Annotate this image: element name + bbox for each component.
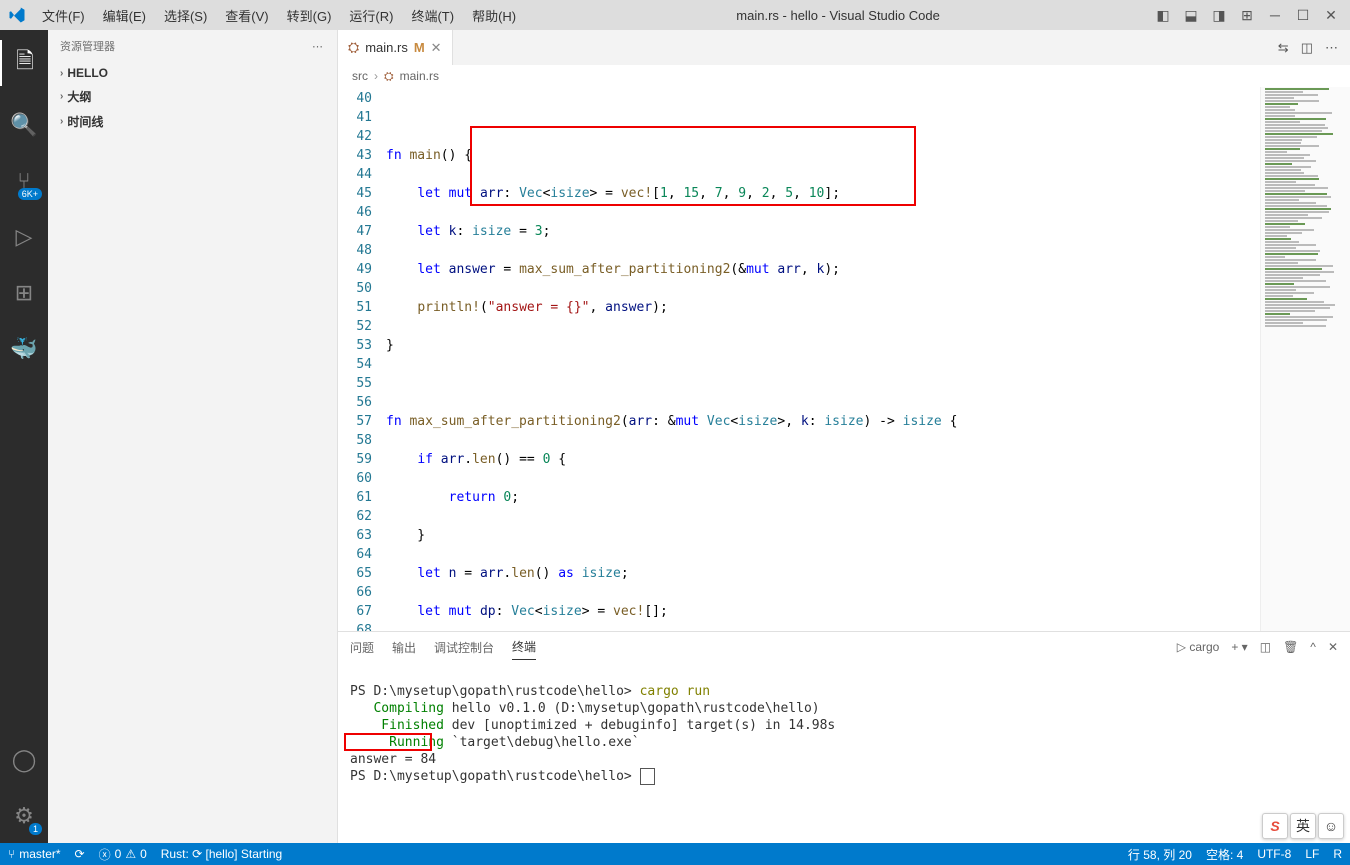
statusbar: ⑂ master* ⟳ ⓧ 0 ⚠ 0 Rust: ⟳ [hello] Star… <box>0 843 1350 865</box>
layout-grid-icon[interactable]: ⊞ <box>1236 7 1258 24</box>
window-title: main.rs - hello - Visual Studio Code <box>524 8 1152 23</box>
ime-emoji[interactable]: ☺ <box>1318 813 1344 839</box>
explorer-icon[interactable]: 🗎 <box>0 40 48 86</box>
sidebar-section-hello[interactable]: ›HELLO <box>48 62 337 84</box>
sidebar-section-outline[interactable]: ›大纲 <box>48 84 337 109</box>
terminal-kill-icon[interactable]: 🗑 <box>1283 640 1298 654</box>
ime-indicator[interactable]: S 英 ☺ <box>1262 813 1344 839</box>
layout-left-icon[interactable]: ◧ <box>1152 7 1174 24</box>
search-icon[interactable]: 🔍 <box>0 108 48 142</box>
panel-tab-problems[interactable]: 问题 <box>350 635 374 660</box>
terminal-new-icon[interactable]: + ▾ <box>1231 640 1247 654</box>
menubar: 文件(F) 编辑(E) 选择(S) 查看(V) 转到(G) 运行(R) 终端(T… <box>34 2 524 29</box>
compare-icon[interactable]: ⇆ <box>1278 40 1289 56</box>
terminal-content[interactable]: PS D:\mysetup\gopath\rustcode\hello> car… <box>338 662 1350 843</box>
titlebar: 文件(F) 编辑(E) 选择(S) 查看(V) 转到(G) 运行(R) 终端(T… <box>0 0 1350 30</box>
window-close[interactable]: ✕ <box>1320 7 1342 24</box>
breadcrumb[interactable]: src › ⛭ main.rs <box>338 65 1350 87</box>
bottom-panel: 问题 输出 调试控制台 终端 ▷ cargo + ▾ ◫ 🗑 ^ ✕ PS D:… <box>338 631 1350 843</box>
ime-sogou-icon[interactable]: S <box>1262 813 1288 839</box>
vscode-logo-icon <box>8 6 26 24</box>
panel-tab-debug[interactable]: 调试控制台 <box>434 635 494 660</box>
breadcrumb-src[interactable]: src <box>352 69 368 83</box>
window-minimize[interactable]: ─ <box>1264 7 1286 23</box>
menu-run[interactable]: 运行(R) <box>341 2 401 29</box>
sidebar-section-timeline[interactable]: ›时间线 <box>48 109 337 134</box>
more-actions-icon[interactable]: ⋯ <box>1325 40 1338 56</box>
activitybar: 🗎 🔍 ⑂6K+ ▷ ⊞ 🐳 ◯ ⚙1 <box>0 30 48 843</box>
split-editor-icon[interactable]: ◫ <box>1301 40 1313 56</box>
editor-tabs: ⛭ main.rs M ✕ ⇆ ◫ ⋯ <box>338 30 1350 65</box>
terminal-profile-dropdown[interactable]: ▷ cargo <box>1177 640 1220 654</box>
status-lang[interactable]: R <box>1333 847 1342 861</box>
chevron-right-icon: › <box>60 68 63 79</box>
chevron-right-icon: › <box>60 91 63 102</box>
account-icon[interactable]: ◯ <box>0 743 48 777</box>
status-branch[interactable]: ⑂ master* <box>8 847 61 861</box>
gear-icon[interactable]: ⚙1 <box>0 799 48 833</box>
status-eol[interactable]: LF <box>1305 847 1319 861</box>
status-cursor-pos[interactable]: 行 58, 列 20 <box>1128 846 1192 863</box>
extensions-icon[interactable]: ⊞ <box>0 276 48 310</box>
tab-label: main.rs <box>365 40 408 55</box>
status-rust[interactable]: Rust: ⟳ [hello] Starting <box>161 847 282 861</box>
panel-tab-terminal[interactable]: 终端 <box>512 634 536 660</box>
tab-modified: M <box>414 40 425 55</box>
chevron-right-icon: › <box>374 69 378 83</box>
menu-file[interactable]: 文件(F) <box>34 2 93 29</box>
gear-badge: 1 <box>29 823 42 835</box>
run-debug-icon[interactable]: ▷ <box>0 220 48 254</box>
panel-close-icon[interactable]: ✕ <box>1328 640 1338 654</box>
menu-view[interactable]: 查看(V) <box>217 2 276 29</box>
minimap[interactable] <box>1260 87 1350 631</box>
docker-icon[interactable]: 🐳 <box>0 332 48 366</box>
scm-badge: 6K+ <box>18 188 42 200</box>
rust-file-icon: ⛭ <box>384 69 394 84</box>
source-control-icon[interactable]: ⑂6K+ <box>0 164 48 198</box>
rust-file-icon: ⛭ <box>348 39 359 56</box>
breadcrumb-file[interactable]: main.rs <box>400 69 439 83</box>
sidebar-title: 资源管理器 <box>60 38 312 54</box>
menu-goto[interactable]: 转到(G) <box>279 2 340 29</box>
layout-bottom-icon[interactable]: ⬓ <box>1180 7 1202 24</box>
menu-edit[interactable]: 编辑(E) <box>95 2 154 29</box>
status-spaces[interactable]: 空格: 4 <box>1206 846 1243 863</box>
terminal-split-icon[interactable]: ◫ <box>1260 640 1271 654</box>
menu-select[interactable]: 选择(S) <box>156 2 215 29</box>
menu-help[interactable]: 帮助(H) <box>464 2 524 29</box>
editor-area: ⛭ main.rs M ✕ ⇆ ◫ ⋯ src › ⛭ main.rs 4041… <box>338 30 1350 843</box>
status-errors[interactable]: ⓧ 0 ⚠ 0 <box>99 846 147 863</box>
line-gutter: 4041424344454647484950515253545556575859… <box>338 87 386 631</box>
layout-right-icon[interactable]: ◨ <box>1208 7 1230 24</box>
menu-terminal[interactable]: 终端(T) <box>403 2 462 29</box>
chevron-right-icon: › <box>60 116 63 127</box>
sidebar: 资源管理器 ⋯ ›HELLO ›大纲 ›时间线 <box>48 30 338 843</box>
status-sync[interactable]: ⟳ <box>75 847 85 861</box>
tab-main-rs[interactable]: ⛭ main.rs M ✕ <box>338 30 453 65</box>
panel-maximize-icon[interactable]: ^ <box>1310 640 1316 654</box>
tab-close-icon[interactable]: ✕ <box>431 40 442 56</box>
panel-tab-output[interactable]: 输出 <box>392 635 416 660</box>
sidebar-more-icon[interactable]: ⋯ <box>312 40 325 53</box>
ime-lang[interactable]: 英 <box>1290 813 1316 839</box>
status-encoding[interactable]: UTF-8 <box>1257 847 1291 861</box>
code-content[interactable]: fn main() { let mut arr: Vec<isize> = ve… <box>386 87 1260 631</box>
window-maximize[interactable]: ☐ <box>1292 7 1314 24</box>
